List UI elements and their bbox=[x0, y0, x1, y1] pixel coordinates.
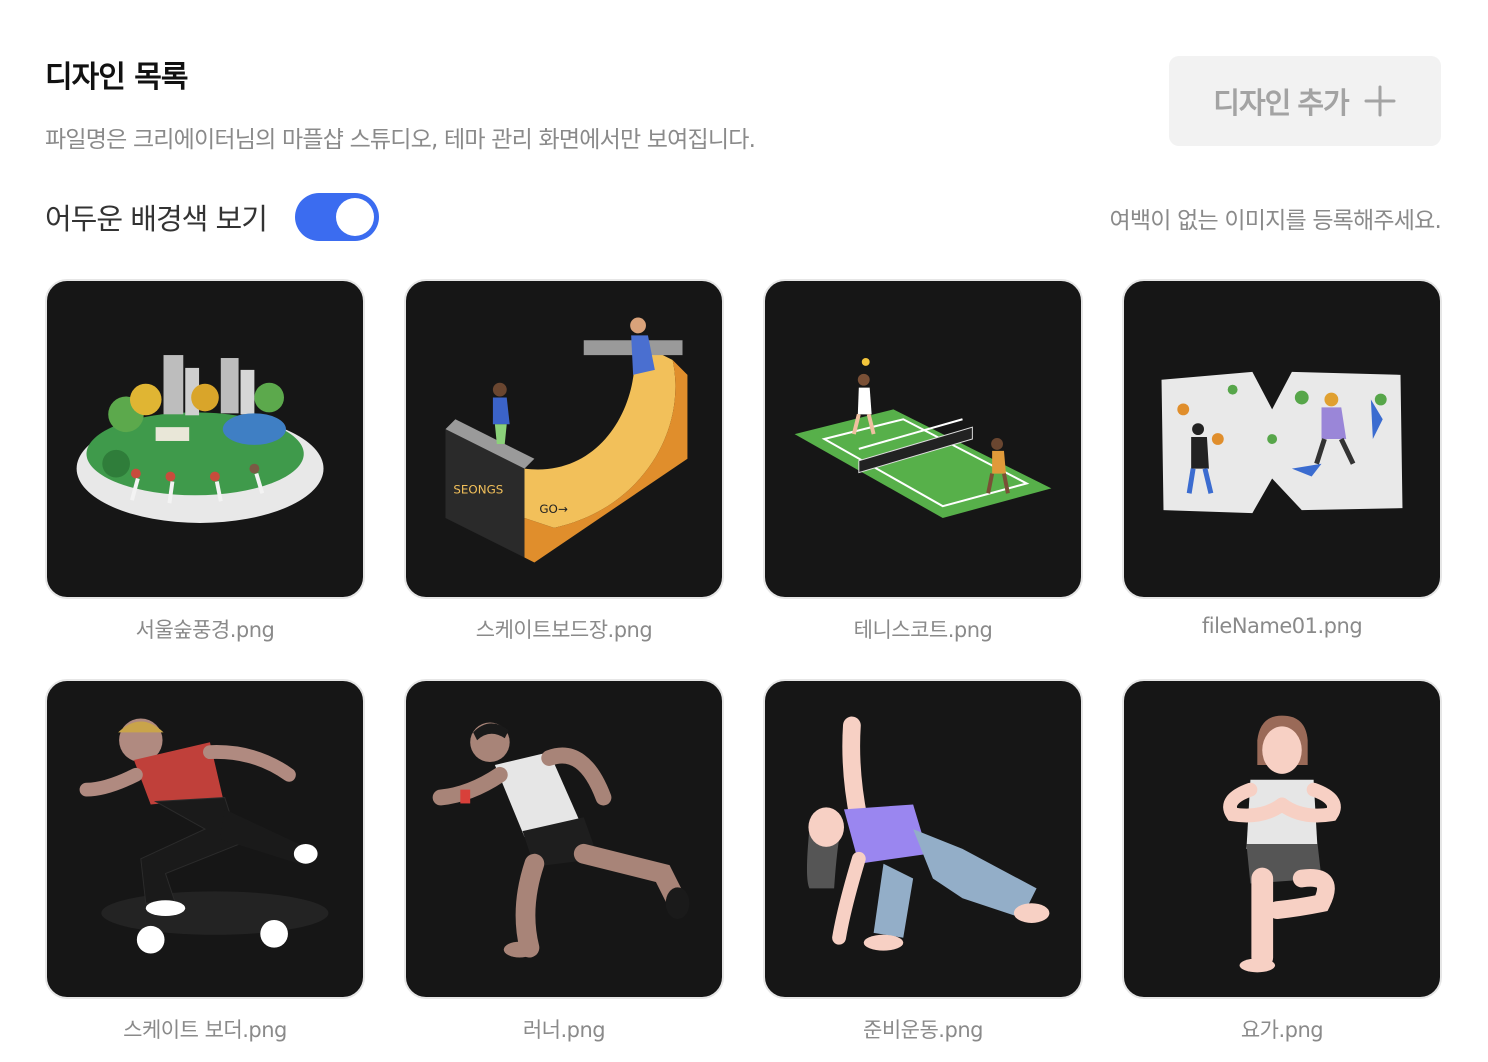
svg-text:SEONGS: SEONGS bbox=[453, 482, 503, 496]
plus-icon bbox=[1364, 85, 1396, 117]
design-filename: 스케이트보드장.png bbox=[475, 618, 653, 642]
dark-background-toggle[interactable] bbox=[294, 193, 379, 241]
design-filename: 러너.png bbox=[522, 1018, 606, 1042]
design-card[interactable]: 테니스코트.png bbox=[763, 279, 1083, 644]
climbing-wall-illustration bbox=[1161, 371, 1403, 514]
stretching-illustration bbox=[806, 716, 1050, 951]
dark-background-row: 어두운 배경색 보기 bbox=[45, 190, 379, 244]
design-thumbnail[interactable] bbox=[763, 279, 1083, 599]
design-card[interactable]: 준비운동.png bbox=[763, 679, 1083, 1044]
design-card[interactable]: 러너.png bbox=[404, 679, 724, 1044]
design-thumbnail[interactable] bbox=[45, 279, 365, 599]
upload-hint: 여백이 없는 이미지를 등록해주세요. bbox=[1109, 208, 1442, 234]
design-filename: 요가.png bbox=[1240, 1018, 1324, 1042]
design-thumbnail[interactable] bbox=[45, 679, 365, 999]
svg-text:GO→: GO→ bbox=[539, 502, 568, 516]
design-thumbnail[interactable] bbox=[763, 679, 1083, 999]
dark-background-label: 어두운 배경색 보기 bbox=[45, 202, 268, 236]
design-thumbnail[interactable] bbox=[1122, 679, 1442, 999]
skateboarder-illustration bbox=[79, 718, 329, 954]
yoga-illustration bbox=[1223, 715, 1341, 973]
design-card[interactable]: fileName01.png bbox=[1122, 279, 1442, 638]
design-thumbnail[interactable] bbox=[1122, 279, 1442, 599]
design-filename: 서울숲풍경.png bbox=[135, 618, 275, 642]
page-title: 디자인 목록 bbox=[45, 60, 188, 95]
park-illustration bbox=[76, 355, 324, 523]
add-design-button[interactable]: 디자인 추가 bbox=[1169, 56, 1441, 146]
page-subtitle: 파일명은 크리에이터님의 마플샵 스튜디오, 테마 관리 화면에서만 보여집니다… bbox=[45, 127, 756, 153]
design-filename: fileName01.png bbox=[1201, 614, 1363, 638]
design-card[interactable]: 스케이트 보더.png bbox=[45, 679, 365, 1044]
design-filename: 스케이트 보더.png bbox=[123, 1018, 287, 1042]
design-card[interactable]: SEONGS GO→ 스케이트보드장.png bbox=[404, 279, 724, 644]
skate-ramp-illustration: SEONGS GO→ bbox=[445, 317, 688, 563]
tennis-court-illustration bbox=[794, 358, 1052, 518]
add-design-label: 디자인 추가 bbox=[1213, 88, 1349, 120]
design-filename: 테니스코트.png bbox=[853, 618, 993, 642]
design-card[interactable]: 서울숲풍경.png bbox=[45, 279, 365, 644]
design-thumbnail[interactable]: SEONGS GO→ bbox=[404, 279, 724, 599]
toggle-knob bbox=[335, 198, 374, 236]
runner-illustration bbox=[432, 722, 690, 958]
design-card[interactable]: 요가.png bbox=[1122, 679, 1442, 1044]
design-thumbnail[interactable] bbox=[404, 679, 724, 999]
design-filename: 준비운동.png bbox=[863, 1018, 983, 1042]
